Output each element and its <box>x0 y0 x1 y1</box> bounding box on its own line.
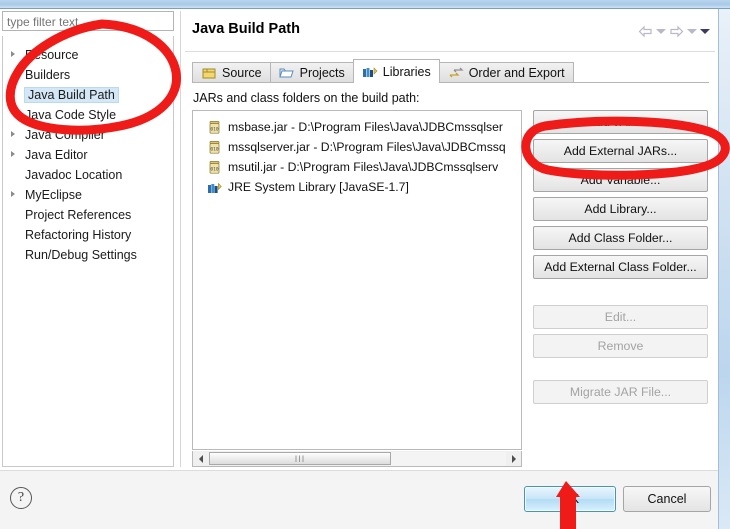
sidebar-item-builders[interactable]: Builders <box>3 65 173 85</box>
scroll-left-icon[interactable] <box>193 451 208 466</box>
tabs-underline <box>192 82 709 83</box>
list-item-label: mssqlserver.jar - D:\Program Files\Java\… <box>228 140 506 154</box>
sidebar-item-label: Javadoc Location <box>25 168 123 182</box>
sidebar-item-project-references[interactable]: Project References <box>3 205 173 225</box>
title-divider <box>185 51 715 52</box>
sidebar-item-java-editor[interactable]: Java Editor <box>3 145 173 165</box>
forward-chevron-down-icon[interactable] <box>687 29 697 34</box>
chevron-right-icon[interactable] <box>11 51 15 57</box>
window-title-bar <box>0 0 730 9</box>
dialog-button-bar: ? OK Cancel <box>0 470 718 529</box>
tab-label: Libraries <box>382 64 431 79</box>
sidebar-item-label: Java Build Path <box>24 87 119 103</box>
add-jars-button[interactable]: Add JARs... <box>533 110 708 134</box>
back-arrow-icon[interactable] <box>638 25 653 38</box>
tab-label: Order and Export <box>468 66 565 80</box>
menu-chevron-down-icon[interactable] <box>700 29 710 34</box>
sidebar-item-java-code-style[interactable]: Java Code Style <box>3 105 173 125</box>
content-label: JARs and class folders on the build path… <box>193 91 420 105</box>
sidebar-item-java-compiler[interactable]: Java Compiler <box>3 125 173 145</box>
chevron-right-icon[interactable] <box>11 191 15 197</box>
jar-list-horizontal-scrollbar[interactable]: III <box>192 451 522 467</box>
window-right-edge <box>718 9 730 529</box>
svg-text:010: 010 <box>210 126 219 132</box>
chevron-right-icon[interactable] <box>11 151 15 157</box>
edit-button: Edit... <box>533 305 708 329</box>
ok-button[interactable]: OK <box>524 486 616 512</box>
jar-icon: 010 <box>207 160 222 175</box>
folder-icon <box>278 66 295 80</box>
list-item[interactable]: 010 msutil.jar - D:\Program Files\Java\JD… <box>193 157 521 177</box>
preferences-sidebar: type filter text Resource Builders Java Bu… <box>2 11 174 467</box>
sidebar-item-label: Java Code Style <box>25 108 117 122</box>
svg-text:010: 010 <box>210 166 219 172</box>
list-item-label: msutil.jar - D:\Program Files\Java\JDBCm… <box>228 160 499 174</box>
sidebar-item-label: MyEclipse <box>25 188 82 202</box>
tab-label: Projects <box>299 66 345 80</box>
list-item[interactable]: 010 mssqlserver.jar - D:\Program Files\Ja… <box>193 137 521 157</box>
source-package-icon <box>201 66 217 80</box>
sidebar-item-label: Refactoring History <box>25 228 132 242</box>
tab-order-and-export[interactable]: Order and Export <box>438 62 574 83</box>
scrollbar-thumb[interactable]: III <box>209 452 391 465</box>
help-question-icon[interactable]: ? <box>10 487 32 509</box>
java-build-path-page: Java Build Path Source Projects Libraries O… <box>180 11 718 467</box>
cancel-button[interactable]: Cancel <box>623 486 711 512</box>
list-item-label: JRE System Library [JavaSE-1.7] <box>228 180 409 194</box>
add-external-jars-button[interactable]: Add External JARs... <box>533 139 708 163</box>
filter-input[interactable]: type filter text <box>2 11 174 31</box>
svg-text:010: 010 <box>210 146 219 152</box>
jar-icon: 010 <box>207 140 222 155</box>
sidebar-item-javadoc-location[interactable]: Javadoc Location <box>3 165 173 185</box>
sidebar-item-label: Java Editor <box>25 148 88 162</box>
page-navigation-controls[interactable] <box>638 25 710 38</box>
add-variable-button[interactable]: Add Variable... <box>533 168 708 192</box>
remove-button: Remove <box>533 334 708 358</box>
tab-libraries[interactable]: Libraries <box>352 59 440 83</box>
back-chevron-down-icon[interactable] <box>656 29 666 34</box>
library-icon <box>207 180 222 195</box>
migrate-jar-file-button: Migrate JAR File... <box>533 380 708 404</box>
preferences-tree[interactable]: Resource Builders Java Build Path Java Code… <box>2 36 174 467</box>
sidebar-item-run-debug-settings[interactable]: Run/Debug Settings <box>3 245 173 265</box>
tab-label: Source <box>222 66 262 80</box>
jar-list[interactable]: 010 msbase.jar - D:\Program Files\Java\JD… <box>192 110 522 450</box>
sidebar-item-resource[interactable]: Resource <box>3 45 173 65</box>
sidebar-item-refactoring-history[interactable]: Refactoring History <box>3 225 173 245</box>
forward-arrow-icon[interactable] <box>669 25 684 38</box>
sidebar-item-label: Project References <box>25 208 132 222</box>
list-item[interactable]: 010 msbase.jar - D:\Program Files\Java\JD… <box>193 117 521 137</box>
chevron-right-icon[interactable] <box>11 131 15 137</box>
sidebar-item-label: Builders <box>25 68 71 82</box>
sidebar-item-java-build-path[interactable]: Java Build Path <box>3 85 173 105</box>
scroll-right-icon[interactable] <box>506 451 521 466</box>
list-item[interactable]: JRE System Library [JavaSE-1.7] <box>193 177 521 197</box>
tab-source[interactable]: Source <box>192 62 271 83</box>
order-export-icon <box>448 66 464 80</box>
add-class-folder-button[interactable]: Add Class Folder... <box>533 226 708 250</box>
jar-icon: 010 <box>207 120 222 135</box>
add-external-class-folder-button[interactable]: Add External Class Folder... <box>533 255 708 279</box>
page-title: Java Build Path <box>192 21 300 37</box>
sidebar-item-myeclipse[interactable]: MyEclipse <box>3 185 173 205</box>
tab-projects[interactable]: Projects <box>269 62 354 83</box>
books-icon <box>362 65 378 79</box>
build-path-action-buttons[interactable]: Add JARs... Add External JARs... Add Varia… <box>533 110 708 409</box>
list-item-label: msbase.jar - D:\Program Files\Java\JDBCm… <box>228 120 503 134</box>
sidebar-item-label: Java Compiler <box>25 128 105 142</box>
scrollbar-track[interactable] <box>391 451 506 466</box>
sidebar-item-label: Run/Debug Settings <box>25 248 137 262</box>
build-path-tabs[interactable]: Source Projects Libraries Order and Export <box>192 59 574 83</box>
sidebar-item-label: Resource <box>25 48 79 62</box>
add-library-button[interactable]: Add Library... <box>533 197 708 221</box>
